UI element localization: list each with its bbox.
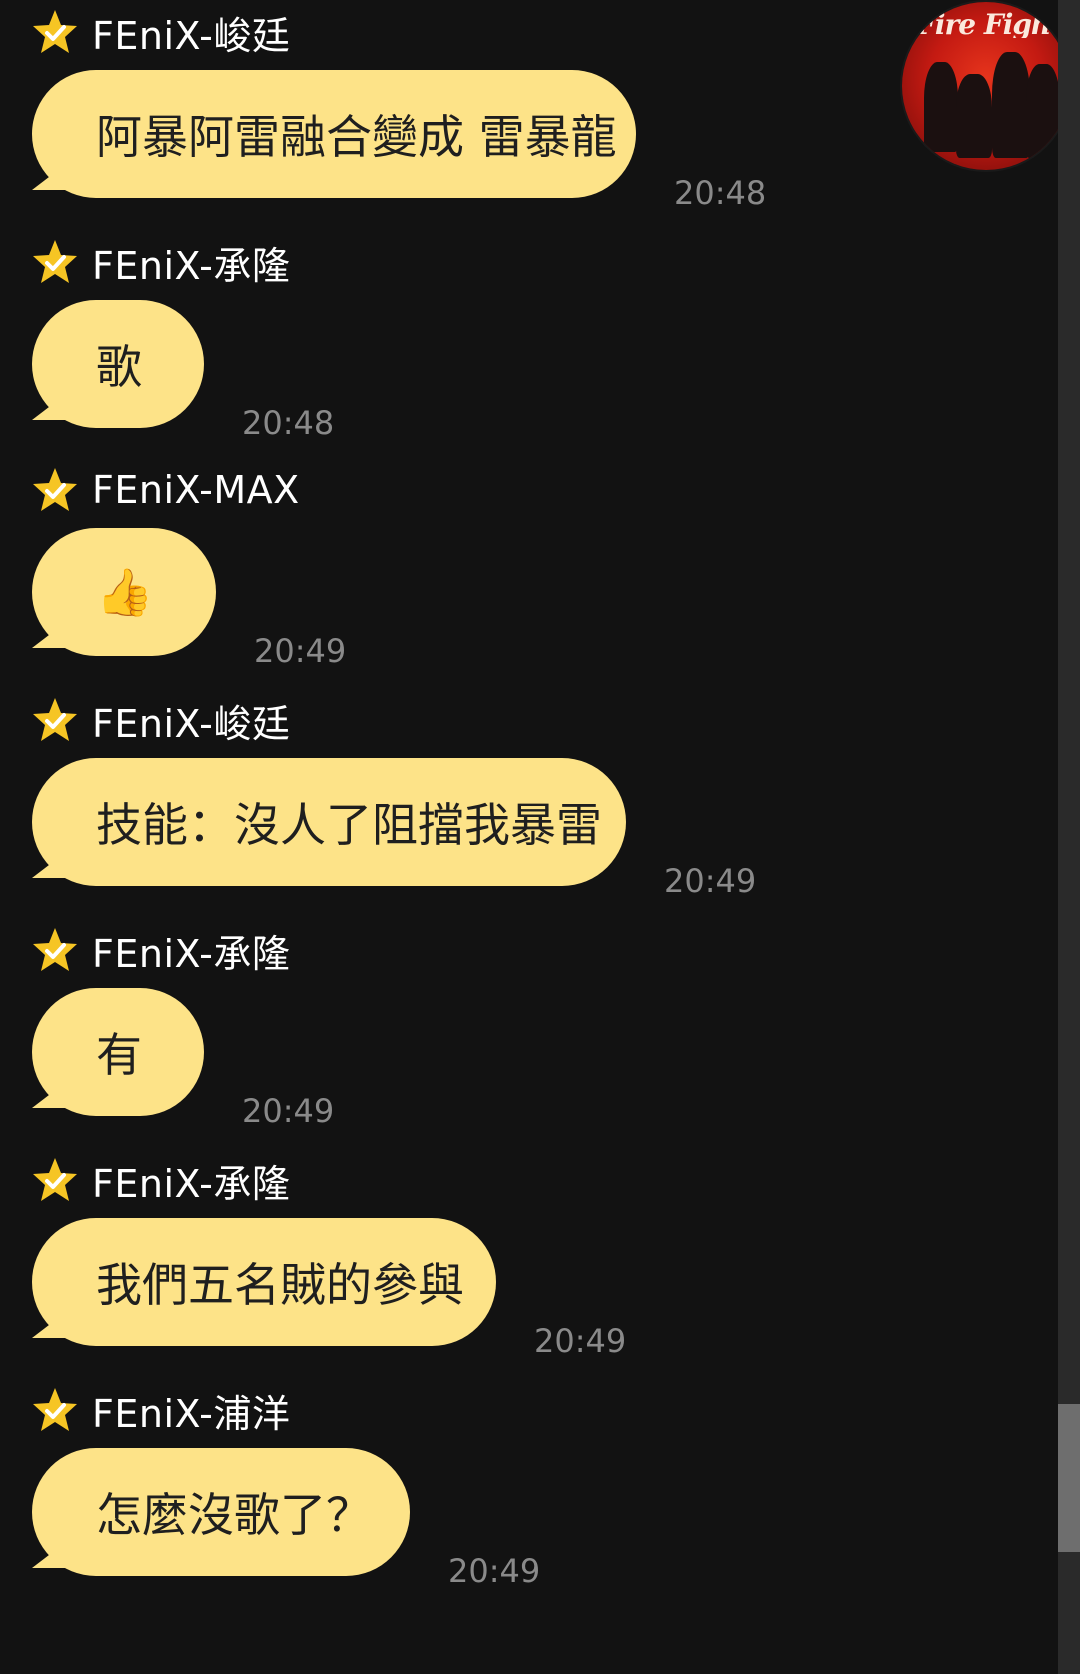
verified-star-icon — [33, 1158, 77, 1201]
bubble-row: 👍 20:49 — [32, 528, 346, 670]
message-bubble[interactable]: 阿暴阿雷融合變成 雷暴龍 — [32, 70, 636, 198]
message-bubble[interactable]: 👍 — [32, 528, 216, 656]
sender-row: FEniX-MAX — [30, 458, 300, 522]
group-avatar[interactable]: Fire Fighter — [902, 2, 1070, 170]
message-bubble[interactable]: 我們五名賊的參與 — [32, 1218, 496, 1346]
verified-star-icon — [33, 10, 77, 53]
sender-name[interactable]: FEniX-浦洋 — [92, 1383, 290, 1438]
sender-row: FEniX-浦洋 — [30, 1378, 290, 1442]
sender-row: FEniX-承隆 — [30, 230, 290, 294]
verified-star-icon — [33, 698, 77, 741]
message-time: 20:49 — [254, 632, 347, 670]
message-time: 20:49 — [242, 1092, 335, 1130]
verified-star-icon — [33, 240, 77, 283]
sender-name[interactable]: FEniX-MAX — [92, 468, 300, 512]
chat-view: FEniX-峻廷 阿暴阿雷融合變成 雷暴龍 20:48 Fire Fighter… — [0, 0, 1080, 1674]
message-bubble[interactable]: 歌 — [32, 300, 204, 428]
avatar-caption: Fire Fighter — [916, 8, 1066, 38]
verified-star-icon — [33, 1388, 77, 1431]
bubble-row: 技能：沒人了阻擋我暴雷 20:49 — [32, 758, 756, 900]
message-bubble[interactable]: 怎麼沒歌了？ — [32, 1448, 410, 1576]
sender-name[interactable]: FEniX-峻廷 — [92, 5, 290, 60]
sender-row: FEniX-承隆 — [30, 1148, 290, 1212]
sender-row: FEniX-峻廷 — [30, 0, 290, 64]
message-text: 怎麼沒歌了？ — [96, 1488, 372, 1542]
avatar-figure — [992, 52, 1030, 158]
message-bubble[interactable]: 有 — [32, 988, 204, 1116]
thumbs-up-icon: 👍 — [96, 564, 154, 619]
message-time: 20:49 — [448, 1552, 541, 1590]
message-time: 20:49 — [664, 862, 757, 900]
verified-star-icon — [33, 928, 77, 971]
bubble-row: 阿暴阿雷融合變成 雷暴龍 20:48 — [32, 70, 766, 212]
sender-name[interactable]: FEniX-承隆 — [92, 923, 290, 978]
avatar-figure — [1026, 64, 1060, 158]
message-bubble[interactable]: 技能：沒人了阻擋我暴雷 — [32, 758, 626, 886]
scrollbar-thumb[interactable] — [1058, 1404, 1080, 1552]
avatar-figure — [924, 62, 958, 152]
message-text: 我們五名賊的參與 — [96, 1258, 464, 1312]
message-text: 有 — [96, 1028, 142, 1082]
message-text: 阿暴阿雷融合變成 雷暴龍 — [96, 110, 617, 164]
sender-row: FEniX-承隆 — [30, 918, 290, 982]
message-time: 20:49 — [534, 1322, 627, 1360]
message-text: 技能：沒人了阻擋我暴雷 — [96, 798, 602, 852]
bubble-row: 我們五名賊的參與 20:49 — [32, 1218, 626, 1360]
message-time: 20:48 — [242, 404, 335, 442]
sender-name[interactable]: FEniX-承隆 — [92, 1153, 290, 1208]
avatar-figure — [956, 74, 992, 158]
bubble-row: 怎麼沒歌了？ 20:49 — [32, 1448, 540, 1590]
verified-star-icon — [33, 468, 77, 511]
sender-row: FEniX-峻廷 — [30, 688, 290, 752]
message-time: 20:48 — [674, 174, 767, 212]
bubble-row: 有 20:49 — [32, 988, 334, 1130]
message-text: 歌 — [96, 340, 142, 394]
sender-name[interactable]: FEniX-承隆 — [92, 235, 290, 290]
sender-name[interactable]: FEniX-峻廷 — [92, 693, 290, 748]
bubble-row: 歌 20:48 — [32, 300, 334, 442]
